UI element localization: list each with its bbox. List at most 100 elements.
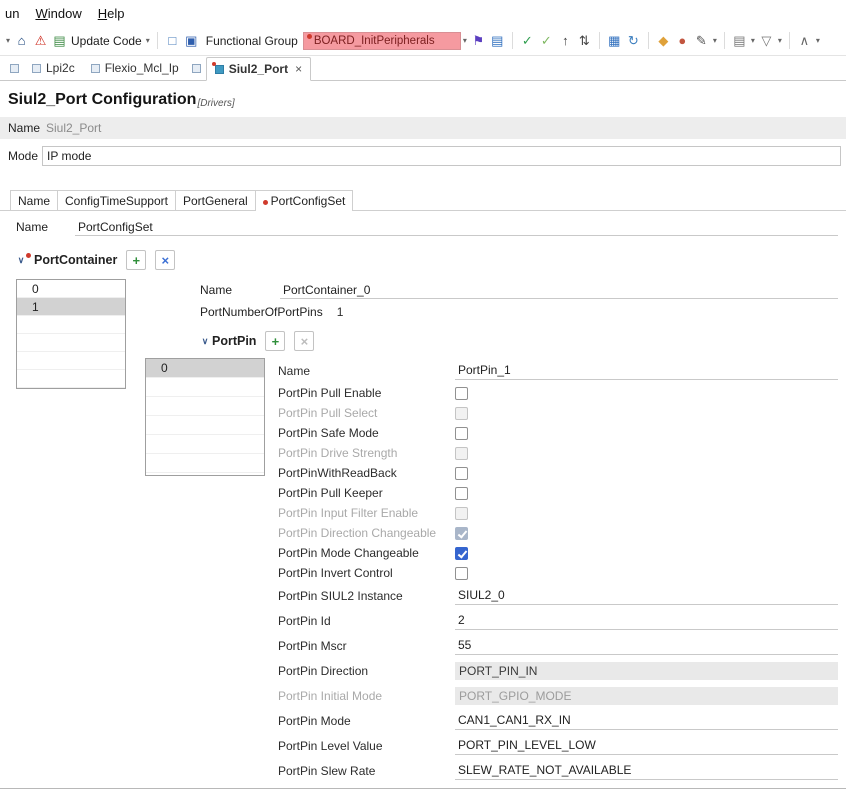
config-name-input[interactable] <box>75 218 838 236</box>
editor-tab-label: Flexio_Mcl_Ip <box>104 61 179 75</box>
dropdown-caret-icon[interactable]: ▾ <box>6 36 10 45</box>
portpin-section: 0 Name PortPin Pull Enable PortPin Pull Se… <box>145 358 838 783</box>
update-code-icon[interactable]: ▤ <box>50 33 69 49</box>
update-code-menu-icon[interactable]: ▾ <box>146 36 150 45</box>
pencil-menu-icon[interactable]: ▾ <box>713 36 717 45</box>
remove-portcontainer-button[interactable]: × <box>155 250 176 270</box>
add-portcontainer-button[interactable]: + <box>126 250 147 270</box>
add-portpin-button[interactable]: + <box>265 331 286 351</box>
portpin-pull-enable-checkbox[interactable] <box>455 386 468 400</box>
palette-icon[interactable]: ● <box>673 33 692 48</box>
menu-item-un[interactable]: un <box>5 6 19 21</box>
config-tab-portconfigset[interactable]: PortConfigSet <box>254 190 354 211</box>
config-tab-configtimesupport[interactable]: ConfigTimeSupport <box>57 190 176 210</box>
restore-view-icon[interactable] <box>10 63 19 73</box>
menu-item-window[interactable]: Window <box>35 6 81 21</box>
portpin-slew-rate-field[interactable] <box>455 761 838 780</box>
copy-registers-icon[interactable]: ▤ <box>488 33 507 49</box>
filter-menu-icon[interactable]: ▾ <box>778 36 782 45</box>
registers-grid-icon[interactable]: ▦ <box>605 33 624 49</box>
editor-tab-siul2-port[interactable]: Siul2_Port × <box>205 57 312 81</box>
collapse-all-icon[interactable]: ∧ <box>795 33 814 49</box>
portpin-mode-field[interactable] <box>455 711 838 730</box>
portpin-siul2-instance-field[interactable] <box>455 586 838 605</box>
functional-group-caret-icon[interactable]: ▾ <box>463 36 467 45</box>
portcontainer-header: ∨ PortContainer + × <box>16 248 846 272</box>
portpin-id-field[interactable] <box>455 611 838 630</box>
portnumberofportpins-label: PortNumberOfPortPins <box>200 305 323 319</box>
property-row: PortPin Input Filter Enable <box>278 503 838 523</box>
editor-tab-icon <box>32 63 41 73</box>
portnumberofportpins-value: 1 <box>336 305 344 319</box>
error-marker-icon <box>306 34 312 39</box>
portpin-drive-strength-label: PortPin Drive Strength <box>278 446 398 460</box>
validate-all-icon[interactable]: ✓ <box>537 33 556 49</box>
portpin-row-0[interactable]: 0 <box>146 359 264 378</box>
portpin-level-value-field[interactable] <box>455 736 838 755</box>
portpin-invert-control-checkbox[interactable] <box>455 566 468 580</box>
close-tab-icon[interactable]: × <box>295 62 302 76</box>
portpin-drive-strength-checkbox <box>455 446 468 460</box>
overflow-menu-icon[interactable]: ▾ <box>816 36 820 45</box>
editor-tab-bar: Lpi2c Flexio_Mcl_Ip Siul2_Port × <box>0 56 846 81</box>
import-icon[interactable]: ↑ <box>556 33 575 48</box>
home-icon[interactable]: ⌂ <box>12 33 31 48</box>
pins-tool-icon[interactable]: ▣ <box>182 33 201 49</box>
pencil-icon[interactable]: ✎ <box>692 33 711 49</box>
toolbar-separator <box>511 32 513 49</box>
editor-tab-icon <box>90 63 100 73</box>
name-field[interactable] <box>455 361 838 380</box>
portcontainer-row-0[interactable]: 0 <box>17 280 125 298</box>
portpinwithreadback-checkbox[interactable] <box>455 466 468 480</box>
portpin-pull-keeper-checkbox[interactable] <box>455 486 468 500</box>
config-tab-portgeneral[interactable]: PortGeneral <box>174 190 256 210</box>
mode-input[interactable] <box>42 146 841 166</box>
portcontainer-section: 01 Name PortNumberOfPortPins 1 ∨ PortPin… <box>0 279 846 783</box>
portpin-mode-changeable-checkbox[interactable] <box>455 546 468 560</box>
key-icon[interactable]: ◆ <box>654 33 673 49</box>
layers-icon[interactable]: ▤ <box>730 33 749 49</box>
config-tab-label: Name <box>18 193 51 208</box>
property-row: PortPin Level Value <box>278 733 838 758</box>
property-row: Name <box>278 358 838 383</box>
portpin-safe-mode-checkbox[interactable] <box>455 426 468 440</box>
portcontainer-name-input[interactable] <box>280 281 838 299</box>
portpin-pull-enable-label: PortPin Pull Enable <box>278 386 382 400</box>
problems-icon[interactable]: ⚠ <box>31 33 50 49</box>
collapse-portpin-icon[interactable]: ∨ <box>200 336 210 347</box>
filter-icon[interactable]: ▽ <box>757 33 776 49</box>
layers-menu-icon[interactable]: ▾ <box>751 36 755 45</box>
functional-group-combo[interactable]: BOARD_InitPeripherals <box>302 31 461 50</box>
page-header: Siul2_Port Configuration[Drivers] <box>8 91 846 109</box>
portpin-list[interactable]: 0 <box>145 358 265 476</box>
refresh-icon[interactable]: ↻ <box>624 33 643 49</box>
config-tab-bar: Name ConfigTimeSupport PortGeneral PortConf… <box>0 190 846 211</box>
editor-tab-flexio-mcl-ip[interactable]: Flexio_Mcl_Ip <box>83 56 187 80</box>
portpin-mscr-field[interactable] <box>455 636 838 655</box>
collapse-portcontainer-icon[interactable]: ∨ <box>16 255 26 266</box>
config-tab-label: PortGeneral <box>182 193 248 208</box>
new-configuration-icon[interactable]: □ <box>163 33 182 48</box>
property-row: PortPin Direction Changeable <box>278 523 838 543</box>
portpin-input-filter-enable-label: PortPin Input Filter Enable <box>278 506 419 520</box>
update-code-button[interactable]: Update Code <box>71 34 142 48</box>
editor-tab-lpi2c[interactable]: Lpi2c <box>24 56 83 80</box>
module-name-label: Name <box>8 121 41 135</box>
editor-tab-label: Lpi2c <box>46 61 75 75</box>
portcontainer-list[interactable]: 01 <box>16 279 126 389</box>
portcontainer-row-1[interactable]: 1 <box>17 298 125 316</box>
flag-icon[interactable]: ⚑ <box>469 33 488 49</box>
config-tab-name[interactable]: Name <box>10 190 59 210</box>
menu-item-help[interactable]: Help <box>98 6 125 21</box>
editor-content: Siul2_Port Configuration[Drivers] Name S… <box>0 91 846 783</box>
validate-icon[interactable]: ✓ <box>518 33 537 49</box>
portpin-mscr-label: PortPin Mscr <box>278 638 347 653</box>
sort-icon[interactable]: ⇅ <box>575 33 594 49</box>
portpin-id-label: PortPin Id <box>278 613 331 628</box>
module-name-value: Siul2_Port <box>46 121 102 135</box>
portpin-header: ∨ PortPin + × <box>145 329 838 353</box>
toolbar-separator <box>647 32 649 49</box>
empty-row <box>146 454 264 473</box>
restore-view-icon[interactable] <box>191 63 201 73</box>
portpinwithreadback-label: PortPinWithReadBack <box>278 466 397 480</box>
